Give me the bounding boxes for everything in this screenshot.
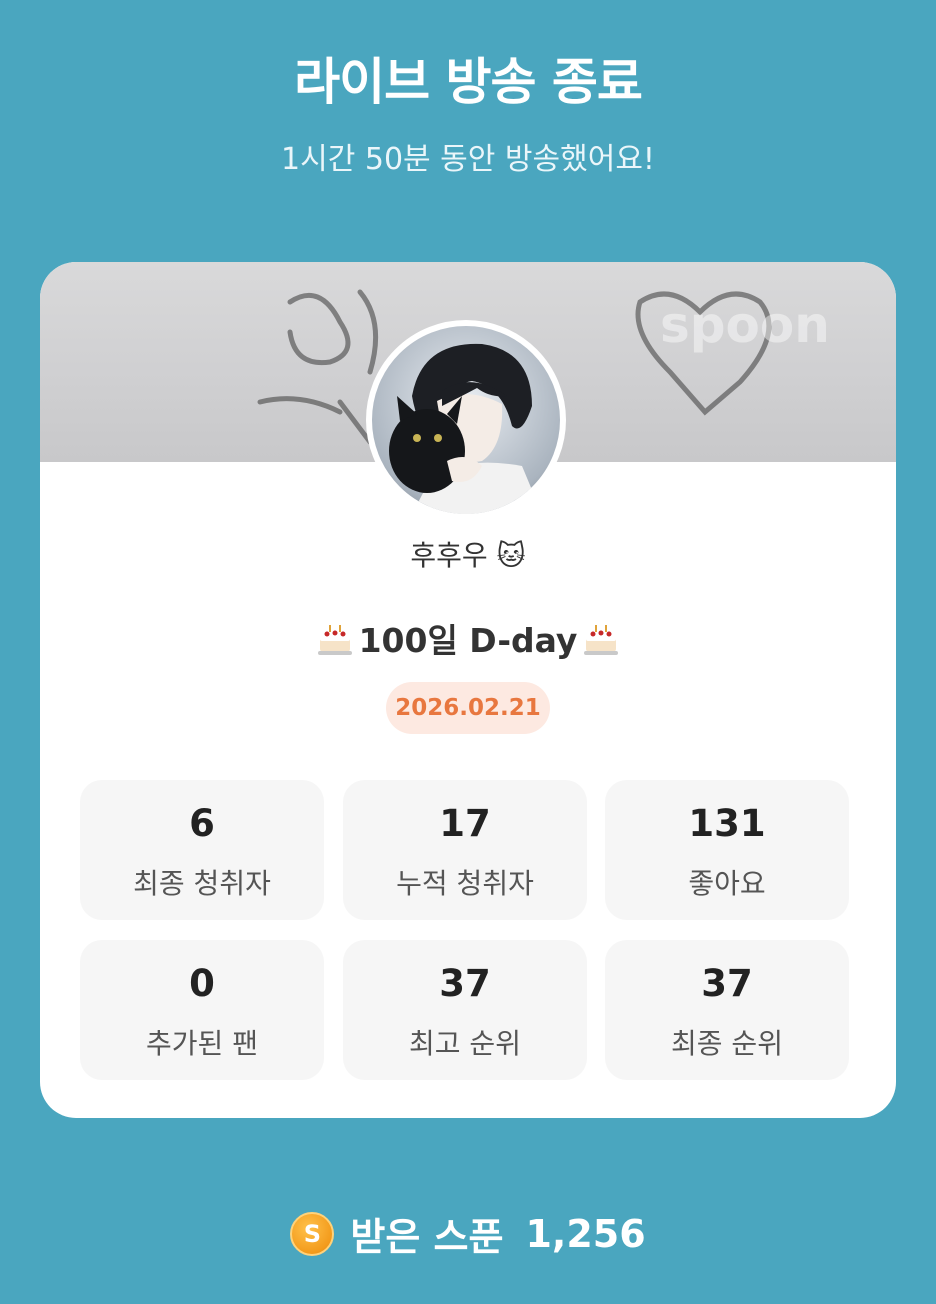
event-title: 100일 D-day (358, 621, 578, 660)
page-title: 라이브 방송 종료 (294, 53, 643, 111)
received-spoons-label: 받은 스푼 (350, 1215, 504, 1259)
spoon-coin-icon: S (290, 1211, 335, 1256)
stat-likes: 131 좋아요 (605, 780, 849, 920)
event-title-row: 100일 D-day (40, 614, 896, 662)
stat-final-listeners: 6 최종 청취자 (80, 780, 324, 920)
spoon-watermark: spoon (660, 296, 830, 354)
broadcast-summary-card: spoon 후후우 🐱 100일 D-day 2026.02.21 6 최종 청… (40, 262, 896, 1118)
stat-label: 최고 순위 (409, 1027, 521, 1060)
stat-label: 최종 청취자 (133, 867, 271, 900)
stat-best-rank: 37 최고 순위 (343, 940, 587, 1080)
event-date-badge: 2026.02.21 (386, 682, 550, 734)
cake-icon (581, 618, 621, 658)
stat-label: 누적 청취자 (396, 867, 534, 900)
stat-value: 37 (439, 962, 491, 1005)
stat-label: 최종 순위 (671, 1027, 783, 1060)
stat-value: 17 (439, 802, 491, 845)
stat-value: 6 (189, 802, 215, 845)
avatar[interactable] (366, 320, 566, 520)
cake-icon (315, 618, 355, 658)
stat-value: 0 (189, 962, 215, 1005)
broadcast-duration-text: 1시간 50분 동안 방송했어요! (281, 142, 655, 177)
stat-label: 좋아요 (688, 867, 766, 900)
stat-new-fans: 0 추가된 팬 (80, 940, 324, 1080)
stat-value: 131 (688, 802, 766, 845)
stat-final-rank: 37 최종 순위 (605, 940, 849, 1080)
received-spoons-row: S 받은 스푼 1,256 (0, 1206, 936, 1261)
stat-total-listeners: 17 누적 청취자 (343, 780, 587, 920)
received-spoons-value: 1,256 (525, 1211, 646, 1256)
stat-value: 37 (701, 962, 753, 1005)
host-username: 후후우 🐱 (410, 539, 526, 572)
stat-label: 추가된 팬 (146, 1027, 258, 1060)
